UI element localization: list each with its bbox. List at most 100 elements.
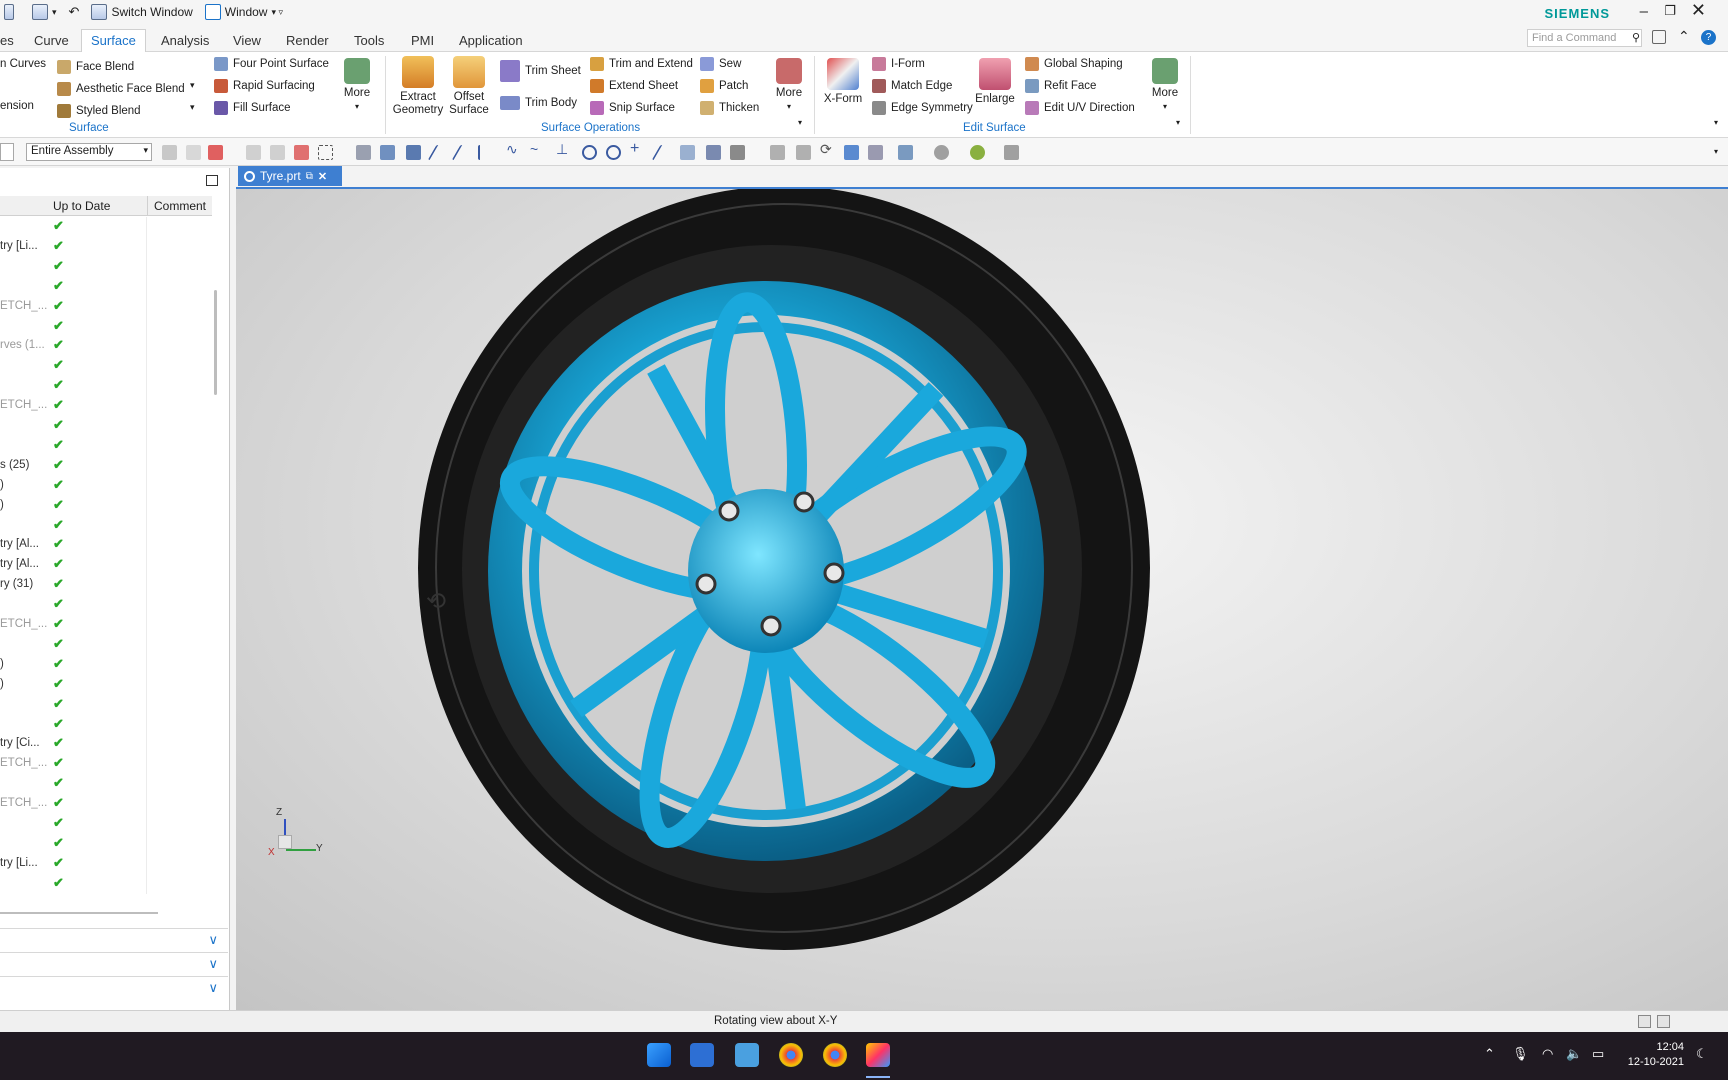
- dropdown-icon[interactable]: ▾: [52, 7, 57, 18]
- ribbon-clip-bottom[interactable]: ension: [0, 100, 34, 112]
- chevron-down-icon[interactable]: ▾: [190, 80, 195, 91]
- chevron-down-icon[interactable]: ∨: [208, 956, 218, 972]
- chevron-down-icon[interactable]: ∨: [208, 932, 218, 948]
- tab-view[interactable]: View: [224, 30, 270, 52]
- ribbon-clip-top[interactable]: n Curves: [0, 58, 46, 70]
- snip-surface-button[interactable]: Snip Surface: [590, 101, 675, 115]
- switch-window-button[interactable]: Switch Window: [111, 5, 192, 19]
- chrome-icon[interactable]: [779, 1043, 803, 1067]
- navigator-row[interactable]: ✔: [0, 435, 212, 456]
- filter-icon[interactable]: [162, 145, 177, 160]
- enlarge-button[interactable]: Enlarge: [972, 58, 1018, 106]
- close-tab-icon[interactable]: ✕: [318, 170, 327, 183]
- navigator-row[interactable]: s (25) ✔: [0, 455, 212, 476]
- surface-more-button[interactable]: More ▾: [340, 58, 374, 113]
- navigator-row[interactable]: ✔: [0, 256, 212, 277]
- graphics-window[interactable]: ⟲ Z Y X: [236, 187, 1728, 1010]
- fit-icon[interactable]: [770, 145, 785, 160]
- settings-icon[interactable]: [1652, 30, 1666, 44]
- render-style-icon[interactable]: [898, 145, 913, 160]
- save-icon[interactable]: [4, 4, 14, 20]
- point-snap-icon[interactable]: [406, 145, 421, 160]
- navigator-row[interactable]: ) ✔: [0, 495, 212, 516]
- chevron-down-icon[interactable]: ∨: [208, 980, 218, 996]
- navigator-row[interactable]: try [Ci... ✔: [0, 734, 212, 755]
- snap-icon[interactable]: [186, 145, 201, 160]
- tab-curve[interactable]: Curve: [25, 30, 78, 52]
- aesthetic-face-blend-button[interactable]: Aesthetic Face Blend: [57, 82, 185, 96]
- refit-face-button[interactable]: Refit Face: [1025, 79, 1096, 93]
- navigator-row[interactable]: try [Al... ✔: [0, 535, 212, 556]
- curve-icon[interactable]: [478, 145, 493, 160]
- pan-icon[interactable]: [844, 145, 859, 160]
- navigator-row[interactable]: ✔: [0, 416, 212, 436]
- panel-section[interactable]: ∨: [0, 976, 228, 1000]
- navigator-row[interactable]: try [Li... ✔: [0, 236, 212, 257]
- extend-sheet-button[interactable]: Extend Sheet: [590, 79, 678, 93]
- tyre-model[interactable]: [236, 189, 1728, 1012]
- grid-icon[interactable]: [32, 4, 48, 20]
- navigator-row[interactable]: ETCH_... ✔: [0, 615, 212, 635]
- tab-pmi[interactable]: PMI: [402, 30, 443, 52]
- deselect-icon[interactable]: [246, 145, 261, 160]
- panel-section[interactable]: ∨: [0, 928, 228, 952]
- zoom-icon[interactable]: [796, 145, 811, 160]
- tab-render[interactable]: Render: [277, 30, 338, 52]
- close-icon[interactable]: ✕: [1691, 0, 1706, 21]
- window-menu-button[interactable]: Window: [225, 5, 268, 19]
- surface-operations-more-button[interactable]: More ▾: [772, 58, 806, 113]
- desktop-icon[interactable]: [735, 1043, 759, 1067]
- notifications-icon[interactable]: ☾: [1696, 1046, 1708, 1062]
- rapid-surfacing-button[interactable]: Rapid Surfacing: [214, 79, 315, 93]
- undock-icon[interactable]: ⧉: [306, 171, 313, 182]
- face-blend-button[interactable]: Face Blend: [57, 60, 134, 74]
- cube-icon[interactable]: [380, 145, 395, 160]
- navigator-row[interactable]: ✔: [0, 595, 212, 616]
- battery-icon[interactable]: ▭: [1592, 1046, 1604, 1062]
- toolbar-options-icon[interactable]: ▾: [1714, 147, 1718, 156]
- show-hidden-icon[interactable]: ⌃: [1484, 1046, 1495, 1062]
- orient-icon[interactable]: [868, 145, 883, 160]
- assembly-filter-select[interactable]: Entire Assembly ▾: [26, 143, 152, 161]
- navigator-row[interactable]: ETCH_... ✔: [0, 754, 212, 775]
- spline-icon[interactable]: ∿: [506, 141, 521, 157]
- nx-icon[interactable]: [866, 1043, 890, 1067]
- rectangle-select-icon[interactable]: [318, 145, 333, 160]
- navigator-row[interactable]: ✔: [0, 276, 212, 297]
- show-hide-icon[interactable]: [356, 145, 371, 160]
- search-icon[interactable]: ⚲: [1632, 31, 1640, 44]
- i-form-button[interactable]: I-Form: [872, 57, 925, 71]
- lasso-icon[interactable]: [294, 145, 309, 160]
- four-point-surface-button[interactable]: Four Point Surface: [214, 57, 329, 71]
- offset-surface-button[interactable]: Offset Surface: [448, 56, 490, 117]
- document-tab[interactable]: Tyre.prt ⧉ ✕: [238, 166, 342, 186]
- start-icon[interactable]: [647, 1043, 671, 1067]
- solid-icon[interactable]: [706, 145, 721, 160]
- sew-button[interactable]: Sew: [700, 57, 741, 71]
- section-icon[interactable]: [1004, 145, 1019, 160]
- wifi-icon[interactable]: ◠: [1542, 1046, 1553, 1062]
- edit-surface-more-button[interactable]: More ▾: [1148, 58, 1182, 113]
- chevron-down-icon[interactable]: ▾ ▿: [271, 7, 283, 18]
- ribbon-options-icon[interactable]: ▾: [1714, 118, 1718, 127]
- navigator-row[interactable]: ✔: [0, 873, 212, 894]
- navigator-row[interactable]: ✔: [0, 217, 212, 237]
- minimize-icon[interactable]: –: [1640, 3, 1648, 20]
- x-form-button[interactable]: X-Form: [820, 58, 866, 106]
- navigator-row[interactable]: ry (31) ✔: [0, 575, 212, 596]
- select-icon[interactable]: [208, 145, 223, 160]
- edge-icon[interactable]: [451, 145, 476, 160]
- quadrant-icon[interactable]: [606, 145, 621, 160]
- patch-button[interactable]: Patch: [700, 79, 748, 93]
- select-all-icon[interactable]: [270, 145, 285, 160]
- horizontal-scrollbar[interactable]: [0, 912, 158, 914]
- navigator-row[interactable]: ✔: [0, 714, 212, 735]
- sheet-icon[interactable]: [730, 145, 745, 160]
- tab-tools[interactable]: Tools: [345, 30, 393, 52]
- task-view-icon[interactable]: [690, 1043, 714, 1067]
- navigator-row[interactable]: try [Al... ✔: [0, 555, 212, 576]
- navigator-row[interactable]: ✔: [0, 356, 212, 377]
- navigator-row[interactable]: ) ✔: [0, 674, 212, 695]
- navigator-row[interactable]: ) ✔: [0, 654, 212, 675]
- navigator-row[interactable]: ✔: [0, 774, 212, 795]
